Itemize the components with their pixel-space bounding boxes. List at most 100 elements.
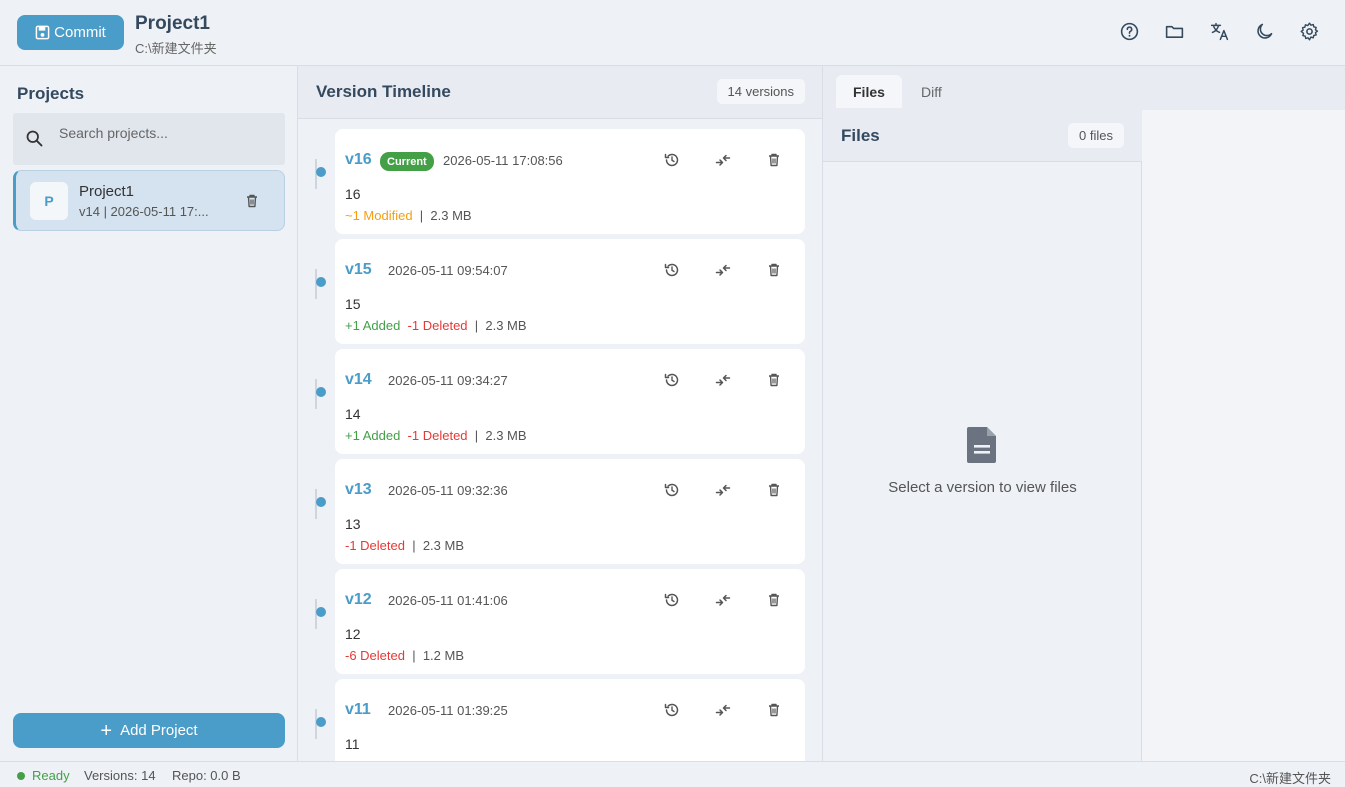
compare-icon[interactable]	[714, 591, 732, 609]
tab-diff[interactable]: Diff	[904, 75, 959, 108]
version-label: v11	[345, 701, 371, 718]
stat-separator: |	[404, 648, 423, 663]
version-label: v13	[345, 481, 372, 498]
status-ready: Ready	[32, 768, 70, 783]
version-count-badge: 14 versions	[716, 79, 805, 104]
restore-icon[interactable]	[663, 261, 681, 279]
version-date: 2026-05-11 17:08:56	[443, 153, 563, 168]
search-box	[13, 113, 285, 165]
version-actions	[663, 701, 783, 719]
version-description: 13	[345, 516, 361, 532]
sidebar-title: Projects	[17, 84, 85, 103]
status-bar: Ready Versions: 14 Repo: 0.0 B C:\新建文件夹	[0, 761, 1345, 787]
delete-version-icon[interactable]	[765, 481, 783, 499]
search-input[interactable]	[59, 121, 274, 145]
delete-version-icon[interactable]	[765, 591, 783, 609]
compare-icon[interactable]	[714, 481, 732, 499]
files-panel: Files 0 files Select a version to view f…	[823, 110, 1142, 761]
version-actions	[663, 481, 783, 499]
version-date: 2026-05-11 09:34:27	[388, 373, 508, 388]
translate-icon[interactable]	[1208, 20, 1231, 43]
project-item[interactable]: P Project1 v14 | 2026-05-11 17:...	[13, 170, 285, 231]
compare-icon[interactable]	[714, 701, 732, 719]
version-card[interactable]: v15 2026-05-11 09:54:07 15 +1 Added -1 Dele…	[335, 239, 805, 344]
restore-icon[interactable]	[663, 701, 681, 719]
commit-label: Commit	[54, 24, 106, 41]
tab-files[interactable]: Files	[836, 75, 902, 108]
current-badge: Current	[380, 152, 434, 171]
delete-version-icon[interactable]	[765, 151, 783, 169]
version-stats: ~1 Modified | 2.3 MB	[345, 208, 472, 223]
restore-icon[interactable]	[663, 151, 681, 169]
stat-modified: ~1 Modified	[345, 208, 413, 223]
dark-mode-icon[interactable]	[1253, 20, 1276, 43]
stat-separator: |	[467, 318, 486, 333]
settings-icon[interactable]	[1298, 20, 1321, 43]
app-header: Commit Project1 C:\新建文件夹	[0, 0, 1345, 66]
version-date: 2026-05-11 01:41:06	[388, 593, 508, 608]
stat-deleted: -1 Deleted	[407, 318, 468, 333]
plus-icon: +	[100, 719, 113, 742]
version-label: v15	[345, 261, 372, 278]
version-description: 14	[345, 406, 361, 422]
stat-size: 2.3 MB	[422, 538, 464, 553]
document-icon	[967, 427, 996, 463]
version-actions	[663, 151, 783, 169]
timeline-dot	[316, 277, 326, 287]
compare-icon[interactable]	[714, 261, 732, 279]
details-tabs: Files Diff	[823, 66, 1345, 110]
stat-size: 2.3 MB	[430, 208, 472, 223]
timeline-dot	[316, 387, 326, 397]
stat-separator: |	[412, 208, 431, 223]
delete-version-icon[interactable]	[765, 261, 783, 279]
timeline-dot	[316, 167, 326, 177]
compare-icon[interactable]	[714, 371, 732, 389]
version-date: 2026-05-11 01:39:25	[388, 703, 508, 718]
version-stats: -1 Deleted | 2.3 MB	[345, 538, 464, 553]
version-card[interactable]: v12 2026-05-11 01:41:06 12 -6 Deleted | 1.2…	[335, 569, 805, 674]
version-description: 15	[345, 296, 361, 312]
project-avatar: P	[30, 182, 68, 220]
restore-icon[interactable]	[663, 371, 681, 389]
delete-project-icon[interactable]	[244, 193, 260, 209]
restore-icon[interactable]	[663, 481, 681, 499]
version-card[interactable]: v13 2026-05-11 09:32:36 13 -1 Deleted | 2.3…	[335, 459, 805, 564]
version-description: 16	[345, 186, 361, 202]
files-header: Files 0 files	[823, 110, 1142, 162]
files-count-badge: 0 files	[1068, 123, 1124, 148]
version-date: 2026-05-11 09:54:07	[388, 263, 508, 278]
stat-added: +1 Added	[345, 428, 401, 443]
stat-size: 2.3 MB	[485, 318, 527, 333]
version-label: v14	[345, 371, 372, 388]
project-title: Project1	[135, 13, 210, 34]
folder-icon[interactable]	[1163, 20, 1186, 43]
stat-separator: |	[404, 538, 423, 553]
project-name: Project1	[79, 183, 135, 200]
timeline-dot	[316, 717, 326, 727]
empty-state-text: Select a version to view files	[888, 479, 1077, 496]
version-card[interactable]: v11 2026-05-11 01:39:25 11	[335, 679, 805, 761]
version-label: v16	[345, 151, 372, 168]
help-icon[interactable]	[1118, 20, 1141, 43]
restore-icon[interactable]	[663, 591, 681, 609]
version-stats: -6 Deleted | 1.2 MB	[345, 648, 464, 663]
version-label: v12	[345, 591, 372, 608]
files-title: Files	[841, 126, 880, 145]
delete-version-icon[interactable]	[765, 701, 783, 719]
status-versions: Versions: 14	[84, 768, 156, 783]
add-project-button[interactable]: + Add Project	[13, 713, 285, 748]
diff-area	[1142, 110, 1345, 761]
version-stats: +1 Added -1 Deleted | 2.3 MB	[345, 318, 527, 333]
details-panel: Files Diff Files 0 files Select a versio…	[823, 66, 1345, 761]
timeline-dot	[316, 497, 326, 507]
add-project-label: Add Project	[120, 722, 198, 739]
compare-icon[interactable]	[714, 151, 732, 169]
version-card[interactable]: v16 Current 2026-05-11 17:08:56 16 ~1 Modifi…	[335, 129, 805, 234]
status-repo-size: Repo: 0.0 B	[172, 768, 241, 783]
version-actions	[663, 261, 783, 279]
delete-version-icon[interactable]	[765, 371, 783, 389]
commit-button[interactable]: Commit	[17, 15, 124, 50]
stat-added: +1 Added	[345, 318, 401, 333]
save-icon	[35, 25, 50, 40]
version-card[interactable]: v14 2026-05-11 09:34:27 14 +1 Added -1 Dele…	[335, 349, 805, 454]
